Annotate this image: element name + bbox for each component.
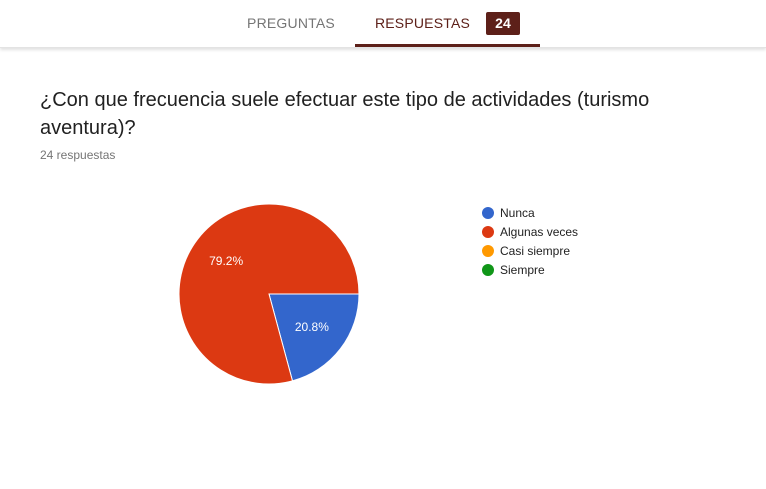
pie-slice-label: 79.2% (209, 254, 243, 268)
chart-legend: Nunca Algunas veces Casi siempre Siempre (482, 203, 578, 279)
legend-swatch (482, 206, 494, 219)
pie-chart: 20.8% 79.2% (178, 203, 360, 385)
legend-label: Casi siempre (500, 243, 571, 258)
legend-label: Algunas veces (500, 224, 579, 239)
legend-item[interactable]: Casi siempre (482, 241, 578, 260)
pie-slice-label: 20.8% (295, 320, 329, 334)
legend-item[interactable]: Algunas veces (482, 222, 578, 241)
legend-swatch (482, 225, 494, 238)
legend-label: Nunca (500, 205, 535, 220)
legend-swatch (482, 263, 494, 276)
legend-item[interactable]: Nunca (482, 203, 578, 222)
legend-label: Siempre (500, 262, 545, 277)
legend-swatch (482, 244, 494, 257)
legend-item[interactable]: Siempre (482, 260, 578, 279)
